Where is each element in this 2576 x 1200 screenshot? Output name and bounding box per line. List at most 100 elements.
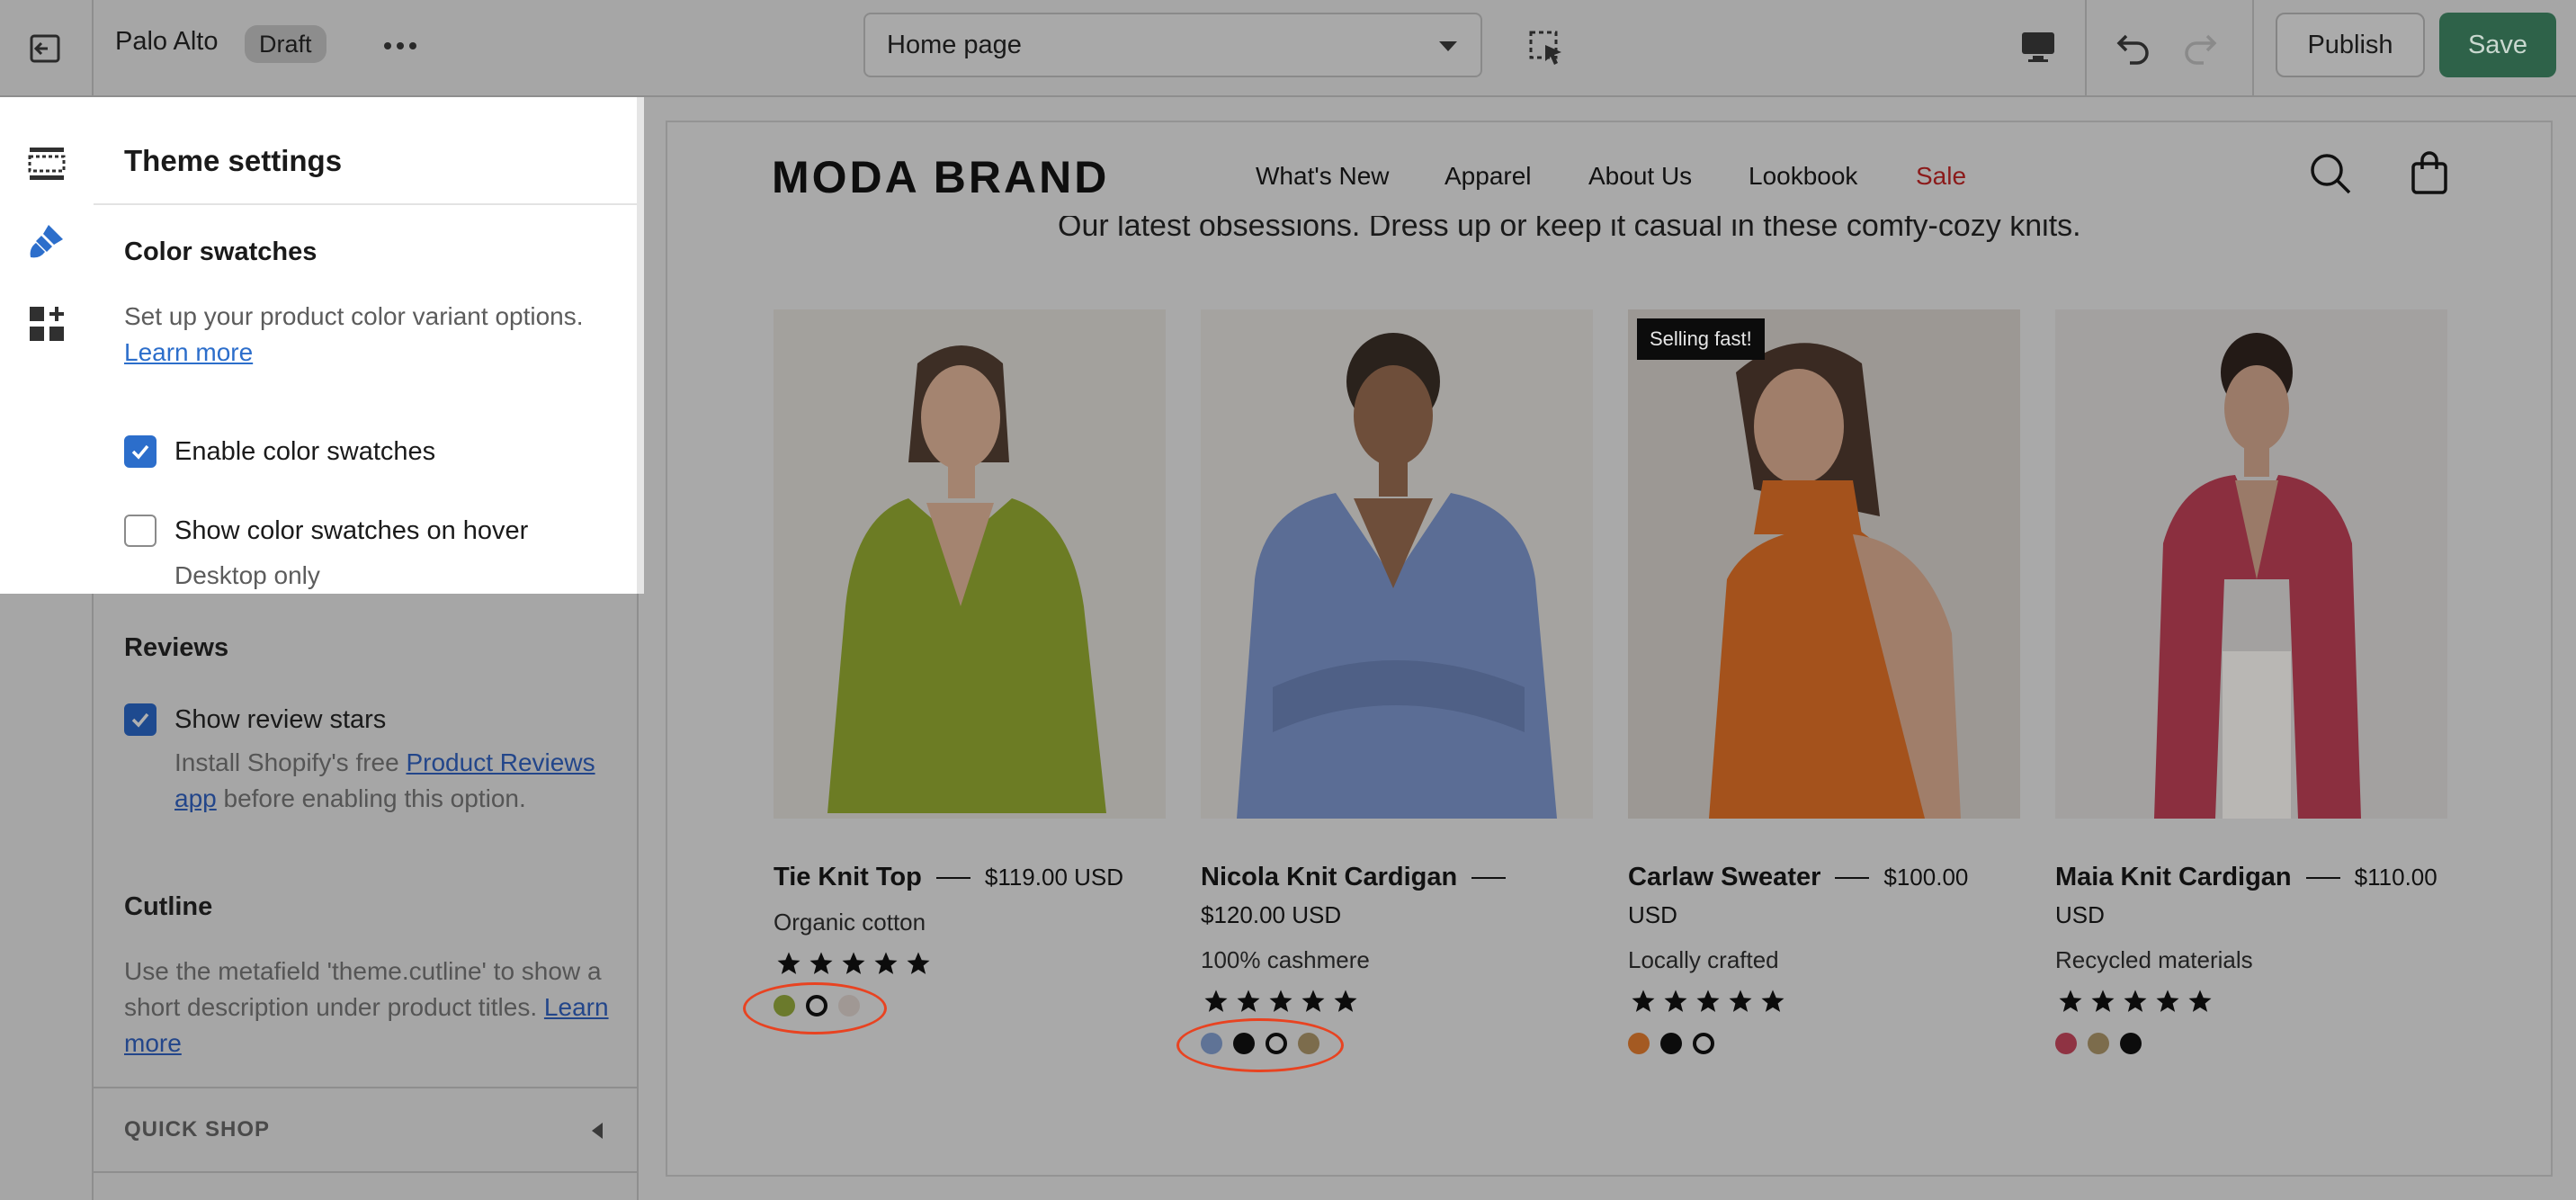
product-name[interactable]: Carlaw Sweater (1628, 863, 1820, 891)
page-select[interactable]: Home page (863, 13, 1482, 77)
search-button[interactable] (2306, 149, 2355, 198)
rating-stars (1628, 988, 1788, 1015)
color-swatch[interactable] (2088, 1033, 2109, 1054)
nav-about-us[interactable]: About Us (1588, 162, 1692, 191)
model-figure (2055, 309, 2447, 819)
show-review-stars-checkbox[interactable] (124, 703, 157, 736)
product-image[interactable] (2055, 309, 2447, 819)
panel-title: Theme settings (124, 144, 343, 177)
settings-panel: Theme settings Color swatches Set up you… (94, 97, 639, 1200)
star-icon (2188, 990, 2212, 1012)
rating-stars (774, 950, 934, 977)
show-review-stars-option[interactable]: Show review stars (124, 702, 386, 738)
exit-button[interactable] (0, 0, 94, 97)
theme-settings-nav-button[interactable] (23, 218, 70, 264)
desktop-view-button[interactable] (2011, 20, 2065, 74)
nav-whats-new[interactable]: What's New (1256, 162, 1390, 191)
hover-swatches-option[interactable]: Show color swatches on hover (124, 513, 528, 549)
star-icon (1696, 990, 1720, 1012)
shopping-bag-icon (2411, 151, 2447, 194)
reviews-note: Install Shopify's free Product Reviews a… (174, 745, 606, 817)
color-swatches-description: Set up your product color variant option… (124, 299, 610, 371)
title-dash (1835, 877, 1870, 880)
exit-icon (30, 34, 60, 63)
select-cursor-icon (1529, 31, 1561, 65)
apps-icon (30, 307, 64, 341)
star-icon (1664, 990, 1687, 1012)
product-image[interactable]: Selling fast! (1628, 309, 2020, 819)
model-figure (1628, 309, 2020, 819)
undo-icon (2116, 34, 2149, 65)
swatch-highlight-annotation (1176, 1018, 1344, 1072)
status-badge: Draft (245, 25, 326, 63)
quick-shop-label: QUICK SHOP (124, 1117, 271, 1142)
cutline-description: Use the metafield 'theme.cutline' to sho… (124, 954, 610, 1061)
paintbrush-icon (30, 225, 63, 258)
color-swatches (2055, 1033, 2142, 1056)
hover-swatches-checkbox[interactable] (124, 515, 157, 547)
nav-lookbook[interactable]: Lookbook (1749, 162, 1857, 191)
publish-button[interactable]: Publish (2276, 13, 2425, 77)
star-icon (2124, 990, 2147, 1012)
color-swatch[interactable] (2120, 1033, 2142, 1054)
star-icon (842, 952, 865, 974)
product-title-row: Maia Knit Cardigan $110.00 USD (2055, 858, 2447, 934)
reviews-note-suffix: before enabling this option. (223, 784, 526, 812)
product-name[interactable]: Nicola Knit Cardigan (1201, 863, 1457, 891)
rating-stars (2055, 988, 2215, 1015)
product-cutline: Recycled materials (2055, 946, 2253, 973)
enable-color-swatches-checkbox[interactable] (124, 435, 157, 468)
color-swatch[interactable] (1628, 1033, 1650, 1054)
redo-button[interactable] (2171, 18, 2229, 76)
product-cutline: 100% cashmere (1201, 946, 1370, 973)
model-figure (774, 309, 1166, 819)
sections-icon (28, 148, 66, 180)
star-icon (809, 952, 833, 974)
cart-button[interactable] (2405, 149, 2454, 198)
sections-nav-button[interactable] (23, 140, 70, 187)
product-name[interactable]: Tie Knit Top (774, 863, 922, 891)
search-icon (2311, 154, 2351, 194)
store-logo[interactable]: MODA BRAND (772, 151, 1109, 203)
product-image[interactable] (1201, 309, 1593, 819)
product-name[interactable]: Maia Knit Cardigan (2055, 863, 2292, 891)
reviews-note-prefix: Install Shopify's free (174, 748, 399, 776)
divider (94, 203, 639, 205)
product-image[interactable] (774, 309, 1166, 819)
apps-nav-button[interactable] (23, 300, 70, 347)
quick-shop-section[interactable]: QUICK SHOP (94, 1087, 639, 1173)
collection-tagline: Our latest obsessions. Dress up or keep … (1058, 216, 2081, 243)
rating-stars (1201, 988, 1361, 1015)
star-icon (1269, 990, 1292, 1012)
nav-apparel[interactable]: Apparel (1445, 162, 1532, 191)
product-card[interactable]: Maia Knit Cardigan $110.00 USD Recycled m… (2055, 309, 2447, 1054)
toolbar-divider (2252, 0, 2254, 97)
hover-swatches-note: Desktop only (174, 561, 320, 589)
product-card[interactable]: Selling fast! Carlaw Sweater $100.00 USD … (1628, 309, 2020, 1054)
checkmark-icon (131, 712, 149, 728)
star-icon (1729, 990, 1752, 1012)
star-icon (1301, 990, 1325, 1012)
undo-button[interactable] (2105, 18, 2162, 76)
collection-tagline-text: Our latest obsessions. Dress up or keep … (1058, 216, 2081, 243)
more-horizontal-icon (384, 42, 416, 49)
show-review-stars-label: Show review stars (174, 704, 387, 734)
product-card[interactable]: Nicola Knit Cardigan $120.00 USD 100% cas… (1201, 309, 1593, 1054)
product-price: $119.00 USD (984, 864, 1124, 891)
color-swatches-heading: Color swatches (124, 237, 318, 266)
panel-scrollbar[interactable] (637, 97, 644, 594)
swatch-highlight-annotation (743, 982, 887, 1034)
enable-color-swatches-label: Enable color swatches (174, 436, 436, 466)
enable-color-swatches-option[interactable]: Enable color swatches (124, 434, 435, 470)
color-swatch[interactable] (2055, 1033, 2077, 1054)
product-title-row: Nicola Knit Cardigan $120.00 USD (1201, 858, 1593, 934)
desktop-icon (2022, 32, 2054, 62)
more-actions-button[interactable] (376, 22, 425, 70)
color-swatch[interactable] (1660, 1033, 1682, 1054)
save-button[interactable]: Save (2439, 13, 2556, 77)
product-card[interactable]: Tie Knit Top $119.00 USD Organic cotton (774, 309, 1166, 1016)
nav-sale[interactable]: Sale (1916, 162, 1966, 191)
learn-more-link[interactable]: Learn more (124, 338, 253, 366)
inspector-toggle-button[interactable] (1520, 22, 1574, 76)
color-swatch[interactable] (1693, 1033, 1714, 1054)
